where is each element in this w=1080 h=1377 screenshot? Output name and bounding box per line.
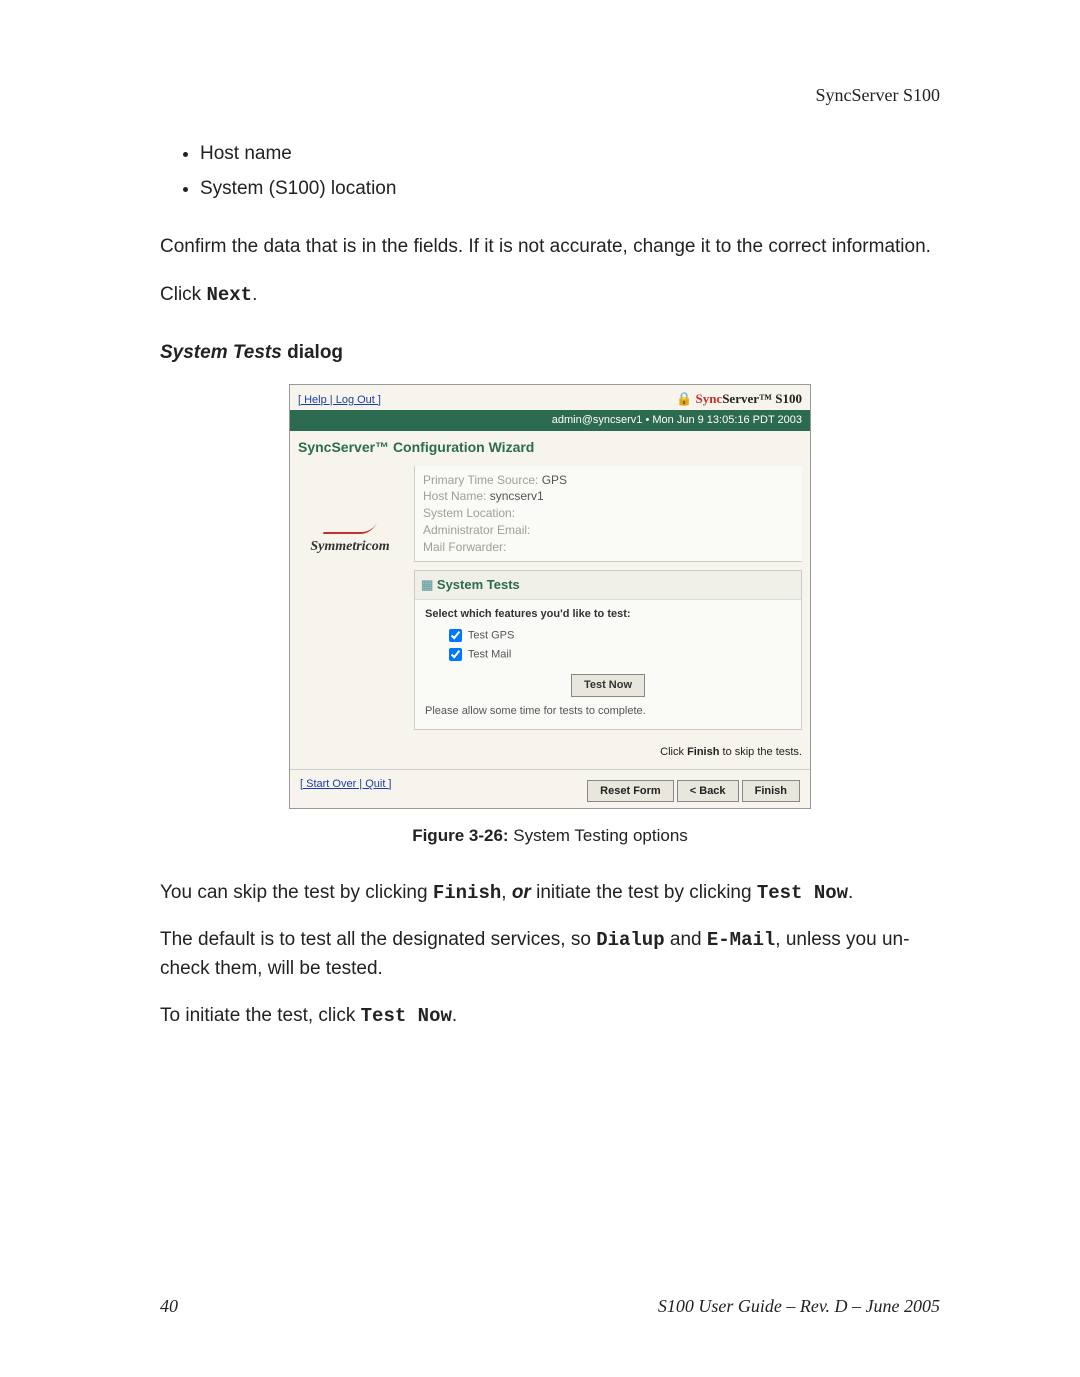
info-box: Primary Time Source: GPS Host Name: sync… [414,466,802,563]
figure-caption: Figure 3-26: System Testing options [160,823,940,849]
wizard-screenshot: [ Help | Log Out ] 🔒 SyncServer™ S100 ad… [289,384,811,810]
main-content: Host name System (S100) location Confirm… [160,140,940,1031]
header-product: SyncServer S100 [816,85,941,106]
test-now-button[interactable]: Test Now [571,674,645,697]
checkbox-mail[interactable] [449,648,462,661]
product-brand: 🔒 SyncServer™ S100 [676,389,802,409]
para-skip-or-initiate: You can skip the test by clicking Finish… [160,879,940,908]
a1or: or [512,882,531,903]
symmetricom-logo: Symmetricom [310,539,389,554]
para-default-test: The default is to test all the designate… [160,926,940,983]
section-title-rest: dialog [282,342,343,363]
page-number: 40 [160,1296,178,1317]
page-footer: 40 S100 User Guide – Rev. D – June 2005 [160,1296,940,1317]
checkbox-gps-row[interactable]: Test GPS [445,626,791,645]
brand-sync: Sync [695,391,722,406]
bullet-hostname: Host name [200,140,940,169]
panel-icon: ▦ [421,577,437,592]
lock-icon: 🔒 [676,391,695,406]
info-l2-k: Host Name: [423,489,486,503]
info-l1-k: Primary Time Source: [423,473,538,487]
a1a: You can skip the test by clicking [160,882,433,903]
info-l5: Mail Forwarder: [423,539,794,556]
status-bar: admin@syncserv1 • Mon Jun 9 13:05:16 PDT… [290,410,810,431]
para-confirm: Confirm the data that is in the fields. … [160,233,940,262]
info-l4: Administrator Email: [423,522,794,539]
period-1: . [252,284,257,305]
brand-rest: Server™ S100 [722,391,802,406]
section-title: System Tests dialog [160,339,940,368]
a2b: Dialup [596,929,664,951]
swoosh-icon [323,522,377,534]
reset-form-button[interactable]: Reset Form [587,780,674,803]
select-label: Select which features you'd like to test… [425,606,791,623]
a1b: Finish [433,882,501,904]
bullet-location: System (S100) location [200,175,940,204]
a1c: , [501,882,512,903]
bullet-list: Host name System (S100) location [160,140,940,203]
figure-text: System Testing options [509,826,688,845]
back-button[interactable]: < Back [677,780,739,803]
a1d: initiate the test by clicking [531,882,757,903]
startover-quit-links[interactable]: [ Start Over | Quit ] [300,776,392,793]
checkbox-mail-row[interactable]: Test Mail [445,645,791,664]
next-label: Next [206,284,252,306]
a2d: E-Mail [707,929,775,951]
click-text: Click [160,284,206,305]
system-tests-heading-text: System Tests [437,577,520,592]
finish-button[interactable]: Finish [742,780,800,803]
checkbox-gps-label: Test GPS [468,630,514,642]
wizard-footer: [ Start Over | Quit ] Reset Form < Back … [290,769,810,809]
a1e: Test Now [757,882,848,904]
skip-post: to skip the tests. [719,746,802,758]
a2c: and [665,929,707,950]
info-l3: System Location: [423,505,794,522]
para-click-next: Click Next. [160,281,940,310]
wizard-title: SyncServer™ Configuration Wizard [298,437,810,458]
a3b: Test Now [361,1005,452,1027]
a3c: . [452,1005,457,1026]
info-l2-v: syncserv1 [486,489,543,503]
checkbox-mail-label: Test Mail [468,649,511,661]
a2a: The default is to test all the designate… [160,929,596,950]
skip-bold: Finish [687,746,719,758]
guide-label: S100 User Guide – Rev. D – June 2005 [658,1296,940,1317]
section-title-italic: System Tests [160,342,282,363]
brand-column: Symmetricom [290,462,410,769]
para-initiate: To initiate the test, click Test Now. [160,1002,940,1031]
system-tests-heading: ▦ System Tests [415,571,801,600]
skip-hint: Click Finish to skip the tests. [414,744,802,761]
system-tests-panel: ▦ System Tests Select which features you… [414,570,802,730]
wait-text: Please allow some time for tests to comp… [425,703,791,720]
checkbox-gps[interactable] [449,629,462,642]
help-logout-links[interactable]: [ Help | Log Out ] [298,392,381,409]
a1f: . [848,882,853,903]
a3a: To initiate the test, click [160,1005,361,1026]
skip-pre: Click [660,746,687,758]
figure-number: Figure 3-26: [412,826,508,845]
info-l1-v: GPS [538,473,567,487]
